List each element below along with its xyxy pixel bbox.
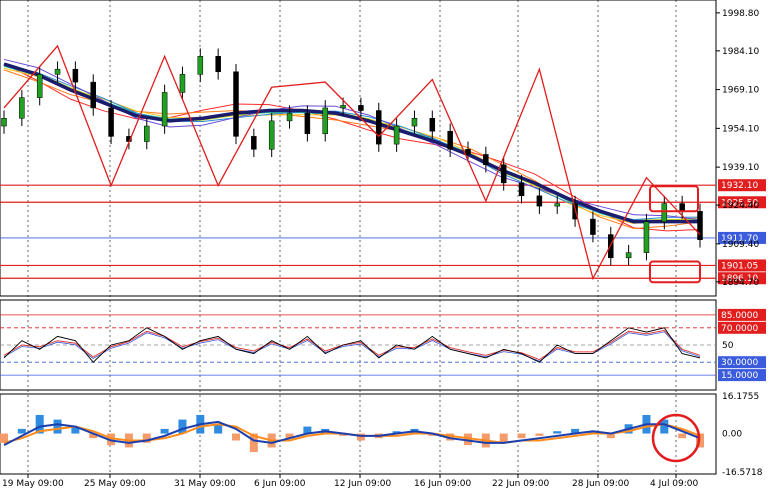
candle-body [697,211,703,240]
x-axis-labels: 19 May 09:00 25 May 09:00 31 May 09:00 6 Ju… [2,474,699,489]
candle-body [322,107,328,135]
x-tick-label: 28 Jun 09:00 [572,479,629,489]
candle-body [429,118,436,132]
macd-histogram-bar [553,431,562,434]
macd-histogram-bar [517,433,526,439]
candle-body [393,125,400,145]
candle-body [376,110,382,145]
y-tick-label: 1924.40 [722,201,759,211]
x-tick-label: 4 Jul 09:00 [650,479,699,489]
x-tick-label: 22 Jun 09:00 [492,479,549,489]
candle-body [590,218,596,235]
candle-body [679,203,685,212]
y-tick-label: 1909.40 [722,240,759,250]
macd-tick-label: 16.1755 [722,392,759,402]
candle-body [500,164,507,184]
price-tag-label: 1932.10 [721,181,758,191]
x-tick-label: 6 Jun 09:00 [254,479,306,489]
candle-body [108,107,114,137]
macd-histogram-bar [678,433,687,439]
candle-body [625,252,632,259]
y-tick-label: 1984.10 [722,47,759,57]
macd-histogram-bar [499,433,508,443]
x-tick-label: 16 Jun 09:00 [414,479,471,489]
candle-body [286,112,293,122]
macd-histogram-bar [53,419,62,434]
price-tag-label: 1901.05 [721,261,758,271]
candle-body [233,71,239,137]
candle-body [72,68,79,83]
y-axis-labels: 1932.101925.501911.701901.051896.101998.… [716,9,766,478]
candle-body [215,56,221,73]
trading-chart: 1932.101925.501911.701901.051896.101998.… [0,0,766,489]
candle-body [179,74,186,93]
candle-body [554,203,560,207]
candle-body [536,195,543,207]
stochastic-tag-label: 30.0000 [721,358,758,368]
candle-body [90,81,96,109]
candle-body [483,154,489,166]
y-tick-label: 1969.10 [722,86,759,96]
candle-body [19,97,25,119]
macd-tick-label: -16.5718 [722,468,763,478]
stochastic-tick-label: 50 [722,341,734,351]
candle-body [197,56,204,75]
candle-body [1,118,7,127]
candle-body [268,120,275,150]
x-tick-label: 19 May 09:00 [2,479,64,489]
y-tick-label: 1939.10 [722,163,759,173]
macd-histogram-bar [535,433,544,436]
y-tick-label: 1894.70 [722,278,759,288]
candle-body [661,203,668,222]
candle-body [643,221,650,253]
x-tick-label: 31 May 09:00 [174,479,236,489]
candle-body [518,182,525,197]
y-tick-label: 1954.10 [722,124,759,134]
candle-body [36,74,43,98]
candle-body [251,136,257,150]
x-tick-label: 25 May 09:00 [84,479,146,489]
candle-body [411,118,418,127]
x-tick-label: 12 Jun 09:00 [334,479,391,489]
candle-body [304,112,311,135]
macd-histogram-bar [17,428,26,434]
candle-body [144,125,150,142]
macd-tick-label: 0.00 [722,430,742,440]
candle-body [340,105,346,109]
stochastic-tag-label: 85.0000 [721,311,758,321]
candle-body [54,68,61,75]
candle-body [465,149,471,155]
stochastic-tag-label: 70.0000 [721,324,758,334]
macd-histogram-bar [214,424,223,434]
stochastic-tag-label: 15.0000 [721,371,758,381]
candle-body [358,105,364,111]
macd-histogram-bar [160,428,169,434]
candle-body [161,92,168,127]
macd-histogram-bar [232,433,240,441]
y-tick-label: 1998.80 [722,9,759,19]
candle-body [447,130,453,150]
